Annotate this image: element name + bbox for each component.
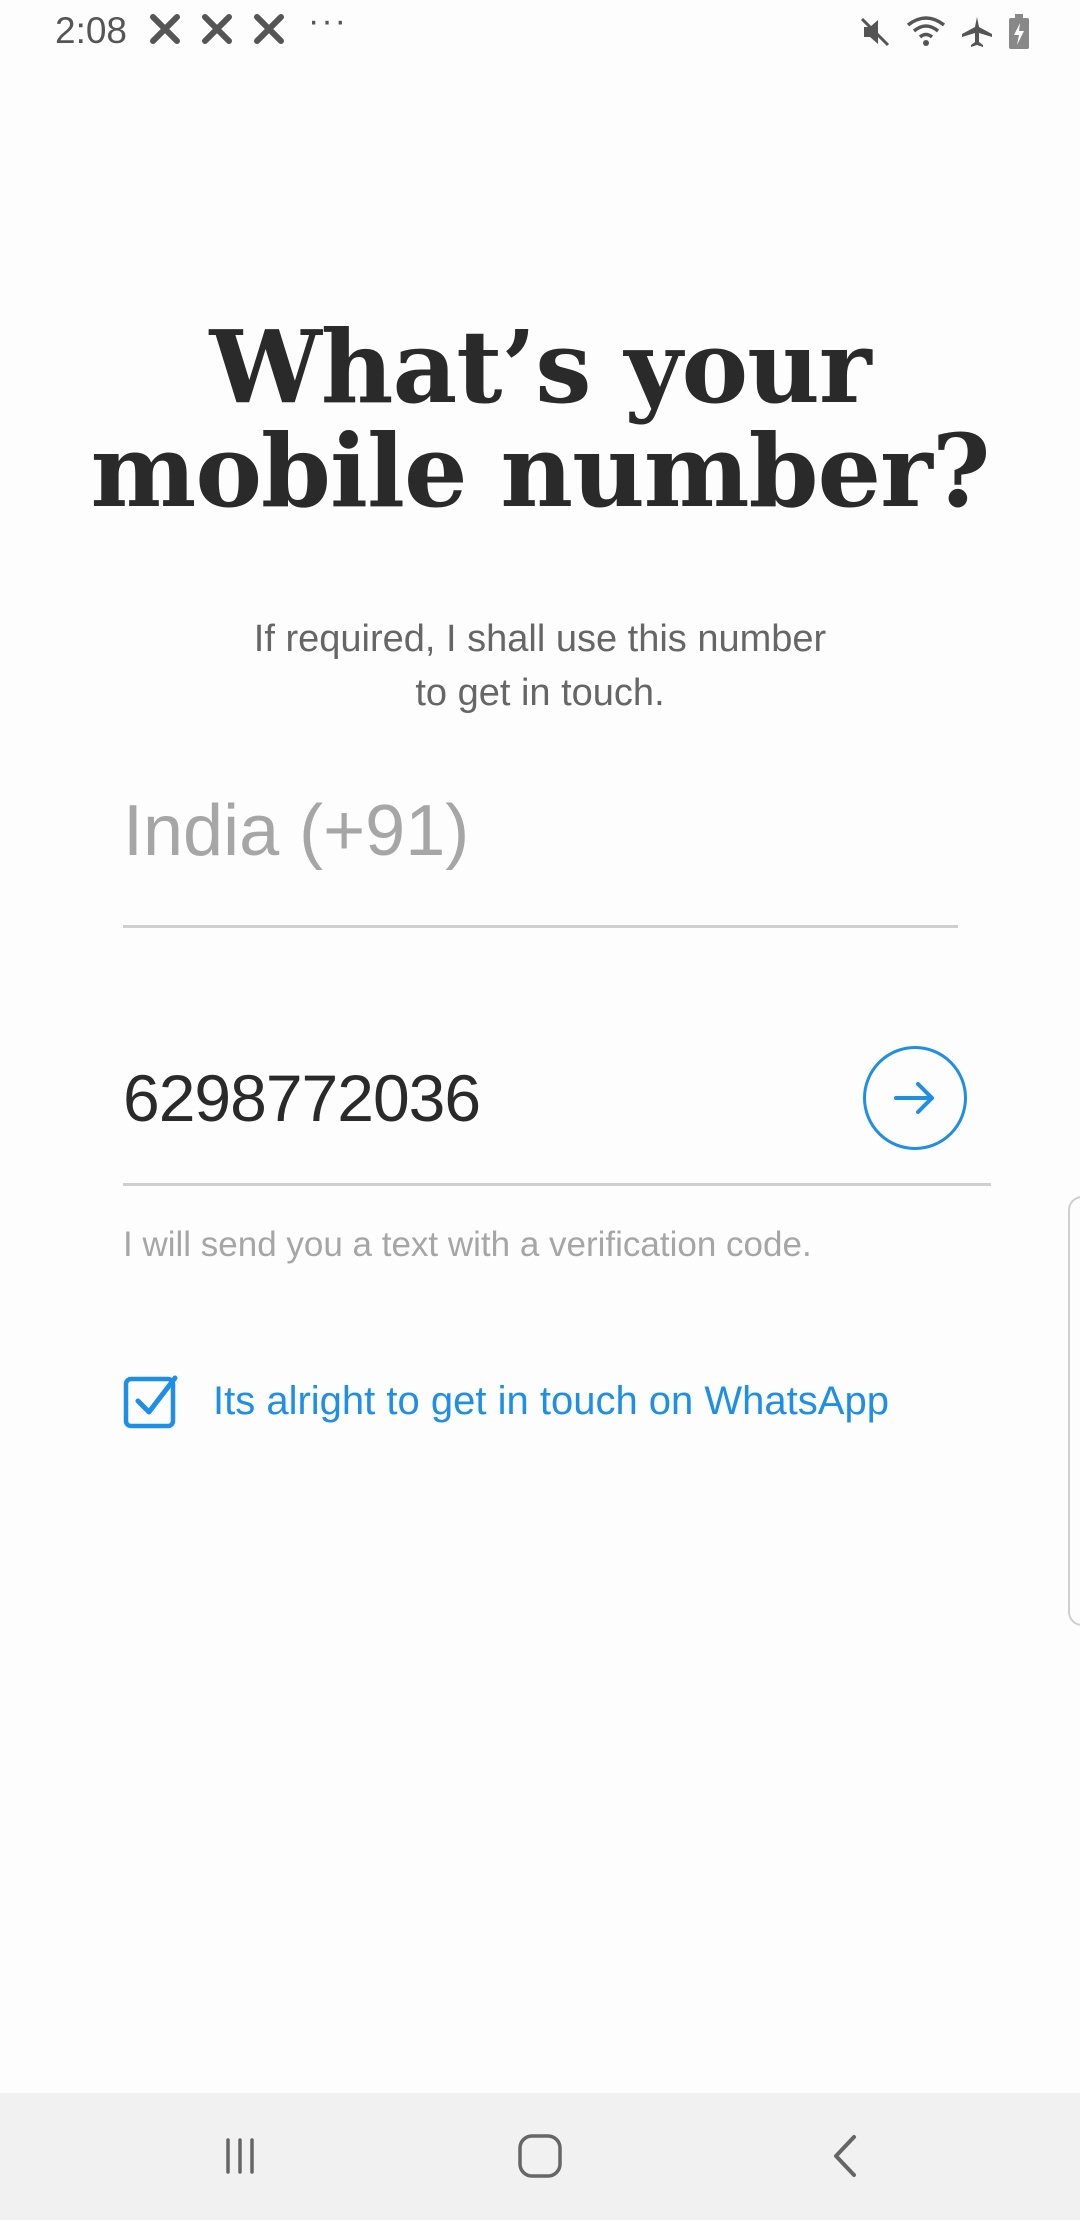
whatsapp-consent-checkbox[interactable]: Its alright to get in touch on WhatsApp bbox=[123, 1373, 889, 1429]
arrow-right-icon bbox=[894, 1082, 934, 1114]
x-notification-icon bbox=[150, 14, 180, 49]
mute-icon bbox=[858, 14, 892, 55]
home-button[interactable] bbox=[510, 2131, 570, 2181]
page-title: What’s your mobile number? bbox=[0, 315, 1080, 523]
battery-charging-icon bbox=[1008, 14, 1030, 55]
checked-checkbox-icon[interactable] bbox=[123, 1373, 179, 1429]
whatsapp-consent-label[interactable]: Its alright to get in touch on WhatsApp bbox=[213, 1379, 889, 1424]
country-code-field[interactable]: India (+91) bbox=[123, 790, 958, 928]
back-button[interactable] bbox=[814, 2131, 874, 2181]
phone-number-input[interactable]: 6298772036 bbox=[123, 1060, 481, 1136]
wifi-icon bbox=[906, 14, 946, 55]
subtitle-line-2: to get in touch. bbox=[415, 672, 665, 714]
navigation-bar bbox=[0, 2093, 1080, 2220]
phone-number-field[interactable]: 6298772036 bbox=[123, 1040, 991, 1186]
x-notification-icon bbox=[254, 14, 284, 49]
more-notifications-indicator: ··· bbox=[308, 2, 348, 40]
next-button[interactable] bbox=[863, 1046, 967, 1150]
status-bar: 2:08 ··· bbox=[0, 0, 1080, 66]
recent-apps-button[interactable] bbox=[210, 2131, 270, 2181]
x-notification-icon bbox=[202, 14, 232, 49]
system-icons bbox=[858, 14, 1030, 55]
status-time: 2:08 bbox=[55, 10, 128, 51]
country-code-value: India (+91) bbox=[123, 791, 470, 871]
notification-icons bbox=[150, 14, 284, 49]
recent-apps-icon bbox=[226, 2138, 254, 2174]
page-title-line-2: mobile number? bbox=[90, 412, 991, 530]
home-icon bbox=[518, 2134, 562, 2178]
page-title-line-1: What’s your bbox=[209, 308, 871, 426]
airplane-mode-icon bbox=[960, 14, 994, 55]
subtitle-line-1: If required, I shall use this number bbox=[253, 618, 827, 660]
back-icon bbox=[834, 2135, 856, 2177]
edge-panel-handle[interactable] bbox=[1068, 1196, 1080, 1626]
subtitle: If required, I shall use this number to … bbox=[190, 612, 890, 720]
helper-text: I will send you a text with a verificati… bbox=[123, 1225, 812, 1264]
